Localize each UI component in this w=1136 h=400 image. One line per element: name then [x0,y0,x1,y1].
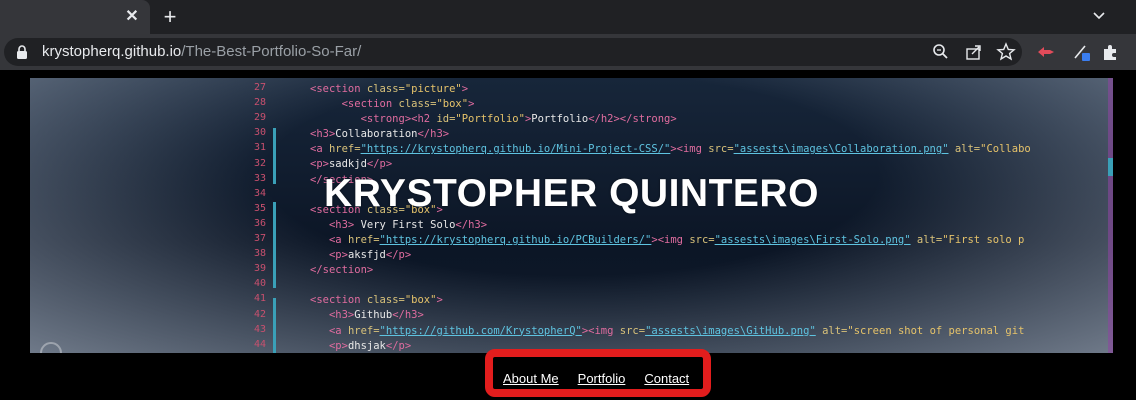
code-line-number: 42 [253,308,266,320]
zoom-icon[interactable] [931,42,951,62]
url-text[interactable]: krystopherq.github.io/The-Best-Portfolio… [42,43,361,61]
code-line-number: 37 [253,233,266,244]
tab-strip: ✕ + [0,0,1136,34]
code-line-number: 29 [253,112,266,124]
page-title: KRYSTOPHER QUINTERO [324,172,819,216]
close-tab-icon[interactable]: ✕ [122,7,142,27]
code-line-number: 31 [253,142,266,154]
code-line-number: 41 [253,293,266,305]
code-line-number: 36 [253,217,266,229]
tab-search-chevron-icon[interactable] [1088,5,1110,27]
extensions-puzzle-icon[interactable] [1100,42,1120,62]
code-line-number: 27 [253,82,266,93]
code-line-number: 30 [253,127,266,139]
browser-tab[interactable]: ✕ [0,0,150,34]
share-icon[interactable] [964,42,984,62]
main-nav: About Me Portfolio Contact [503,370,708,386]
new-tab-button[interactable]: + [158,5,182,29]
bookmark-star-icon[interactable] [996,42,1016,62]
extension-red-icon[interactable] [1036,42,1056,62]
code-line-number: 32 [253,157,266,169]
nav-link-contact[interactable]: Contact [644,371,689,386]
nav-link-about-me[interactable]: About Me [503,371,559,386]
extension-pen-icon[interactable] [1071,42,1091,62]
code-line-number: 44 [253,338,266,350]
code-background-image: <section class="picture"> <section class… [310,83,1031,352]
browser-menu-icon[interactable] [1128,42,1136,62]
code-line-number: 40 [253,278,266,290]
url-host: krystopherq.github.io [42,43,182,60]
lock-icon[interactable] [16,45,28,59]
code-change-marker [273,298,276,353]
code-line-number: 39 [253,263,266,275]
code-line-number: 43 [253,323,266,335]
code-line-number: 38 [253,248,266,260]
hero-banner: 27 28 29 30 31 32 33 34 35 36 37 38 39 40 41 42 43 44 <se… [30,78,1113,353]
code-line-number: 28 [253,97,266,109]
url-path: /The-Best-Portfolio-So-Far/ [181,43,362,60]
nav-link-portfolio[interactable]: Portfolio [578,371,626,386]
